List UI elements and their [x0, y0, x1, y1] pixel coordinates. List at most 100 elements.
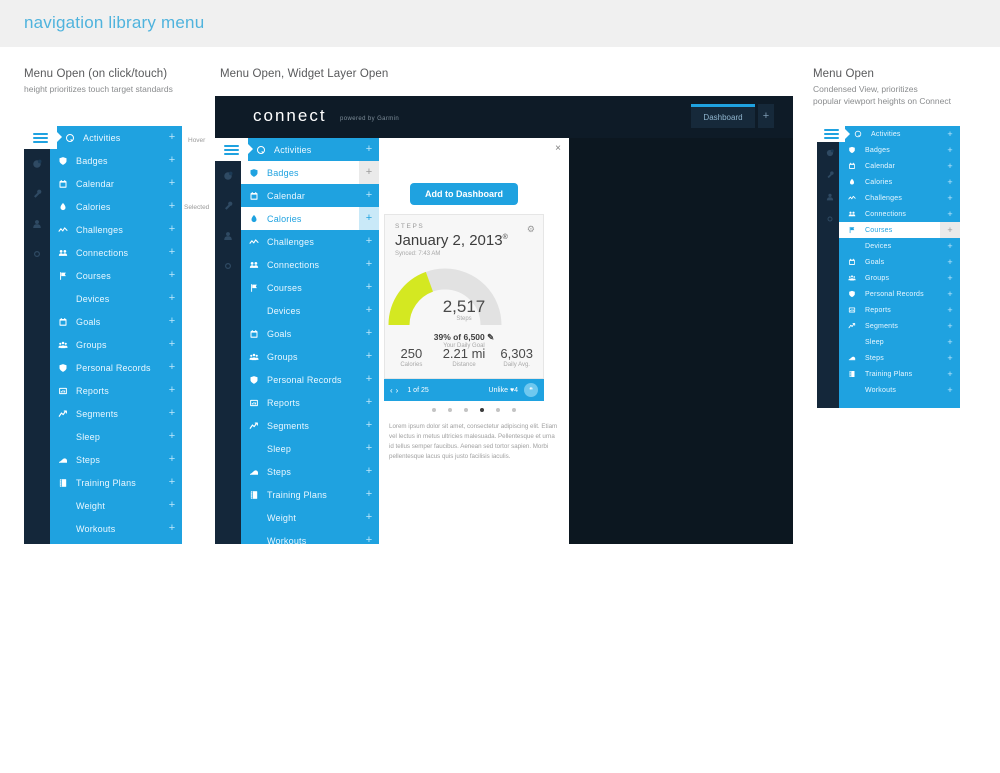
menu-item-add-button[interactable]: +	[940, 161, 960, 171]
menu-item-add-button[interactable]: +	[359, 144, 379, 155]
settings-icon[interactable]	[215, 251, 241, 281]
menu-item-challenges[interactable]: Challenges +	[839, 190, 960, 206]
menu-item-badges[interactable]: Badges +	[241, 161, 379, 184]
menu-item-calendar[interactable]: Calendar +	[839, 158, 960, 174]
menu-item-add-button[interactable]: +	[162, 201, 182, 212]
menu-item-add-button[interactable]: +	[162, 132, 182, 143]
menu-item-add-button[interactable]: +	[162, 270, 182, 281]
menu-item-segments[interactable]: Segments +	[241, 414, 379, 437]
menu-item-connections[interactable]: Connections +	[50, 241, 182, 264]
menu-item-add-button[interactable]: +	[940, 385, 960, 395]
carousel-dot[interactable]	[496, 408, 500, 412]
menu-item-add-button[interactable]: +	[359, 259, 379, 270]
menu-item-add-button[interactable]: +	[162, 408, 182, 419]
menu-item-segments[interactable]: Segments +	[50, 402, 182, 425]
menu-item-challenges[interactable]: Challenges +	[50, 218, 182, 241]
menu-item-workouts[interactable]: Workouts +	[50, 517, 182, 540]
carousel-dot[interactable]	[480, 408, 484, 412]
menu-item-activities[interactable]: Activities +	[241, 138, 379, 161]
menu-item-goals[interactable]: Goals +	[50, 310, 182, 333]
menu-item-add-button[interactable]: +	[359, 535, 379, 545]
menu-item-workouts[interactable]: Workouts +	[241, 529, 379, 545]
menu-item-devices[interactable]: Devices +	[50, 287, 182, 310]
menu-item-sleep[interactable]: Sleep +	[50, 425, 182, 448]
menu-item-challenges[interactable]: Challenges +	[241, 230, 379, 253]
carousel-dots[interactable]	[379, 408, 569, 412]
menu-item-reports[interactable]: Reports +	[241, 391, 379, 414]
menu-item-add-button[interactable]: +	[940, 222, 960, 238]
menu-item-calories[interactable]: Calories +	[839, 174, 960, 190]
menu-item-add-button[interactable]: +	[359, 328, 379, 339]
unlike-button[interactable]: Unlike ♥4	[489, 387, 518, 394]
menu-item-training-plans[interactable]: Training Plans +	[839, 366, 960, 382]
menu-item-add-button[interactable]: +	[940, 257, 960, 267]
notifications-icon[interactable]	[24, 179, 50, 209]
menu-item-connections[interactable]: Connections +	[839, 206, 960, 222]
hamburger-button[interactable]	[24, 126, 57, 149]
menu-item-training-plans[interactable]: Training Plans +	[241, 483, 379, 506]
menu-item-courses[interactable]: Courses +	[839, 222, 960, 238]
menu-item-add-button[interactable]: +	[940, 289, 960, 299]
menu-item-devices[interactable]: Devices +	[241, 299, 379, 322]
menu-item-add-button[interactable]: +	[359, 161, 379, 184]
menu-item-sleep[interactable]: Sleep +	[241, 437, 379, 460]
menu-item-calories[interactable]: Calories +	[50, 195, 182, 218]
menu-item-courses[interactable]: Courses +	[50, 264, 182, 287]
hamburger-button[interactable]	[817, 126, 845, 142]
menu-item-add-button[interactable]: +	[162, 523, 182, 534]
menu-item-add-button[interactable]: +	[940, 177, 960, 187]
menu-item-add-button[interactable]: +	[940, 129, 960, 139]
prev-next-arrows[interactable]: ‹›	[390, 386, 401, 395]
menu-item-add-button[interactable]: +	[162, 247, 182, 258]
menu-item-add-button[interactable]: +	[940, 353, 960, 363]
menu-item-add-button[interactable]: +	[940, 145, 960, 155]
menu-item-add-button[interactable]: +	[940, 209, 960, 219]
menu-item-add-button[interactable]: +	[162, 454, 182, 465]
carousel-dot[interactable]	[512, 408, 516, 412]
next-icon[interactable]: ›	[396, 386, 402, 395]
menu-item-segments[interactable]: Segments +	[839, 318, 960, 334]
menu-item-add-button[interactable]: +	[940, 273, 960, 283]
menu-item-devices[interactable]: Devices +	[839, 238, 960, 254]
menu-item-add-button[interactable]: +	[940, 305, 960, 315]
menu-item-add-button[interactable]: +	[162, 293, 182, 304]
pencil-icon[interactable]: ✎	[487, 332, 494, 342]
menu-item-add-button[interactable]: +	[359, 397, 379, 408]
news-icon[interactable]	[215, 161, 241, 191]
menu-item-add-button[interactable]: +	[162, 339, 182, 350]
close-icon[interactable]: ×	[555, 143, 561, 154]
menu-item-weight[interactable]: Weight +	[241, 506, 379, 529]
menu-item-add-button[interactable]: +	[359, 207, 379, 230]
menu-item-add-button[interactable]: +	[162, 362, 182, 373]
menu-item-workouts[interactable]: Workouts +	[839, 382, 960, 398]
menu-item-add-button[interactable]: +	[359, 190, 379, 201]
menu-item-add-button[interactable]: +	[162, 385, 182, 396]
comment-icon[interactable]: ❝	[524, 383, 538, 397]
add-tab-button[interactable]: +	[758, 104, 774, 128]
carousel-dot[interactable]	[432, 408, 436, 412]
menu-item-goals[interactable]: Goals +	[241, 322, 379, 345]
carousel-dot[interactable]	[448, 408, 452, 412]
menu-item-add-button[interactable]: +	[359, 282, 379, 293]
menu-item-add-button[interactable]: +	[359, 305, 379, 316]
menu-item-personal-records[interactable]: Personal Records +	[50, 356, 182, 379]
menu-item-connections[interactable]: Connections +	[241, 253, 379, 276]
menu-item-add-button[interactable]: +	[940, 193, 960, 203]
menu-item-add-button[interactable]: +	[940, 321, 960, 331]
menu-item-add-button[interactable]: +	[940, 337, 960, 347]
menu-item-add-button[interactable]: +	[162, 500, 182, 511]
menu-item-steps[interactable]: Steps +	[839, 350, 960, 366]
menu-item-groups[interactable]: Groups +	[50, 333, 182, 356]
menu-item-add-button[interactable]: +	[359, 512, 379, 523]
menu-item-add-button[interactable]: +	[940, 369, 960, 379]
menu-item-steps[interactable]: Steps +	[50, 448, 182, 471]
menu-item-add-button[interactable]: +	[359, 236, 379, 247]
settings-icon[interactable]	[24, 239, 50, 269]
menu-item-add-button[interactable]: +	[162, 155, 182, 166]
menu-item-add-button[interactable]: +	[359, 351, 379, 362]
menu-item-badges[interactable]: Badges +	[50, 149, 182, 172]
menu-item-goals[interactable]: Goals +	[839, 254, 960, 270]
menu-item-add-button[interactable]: +	[359, 466, 379, 477]
menu-item-add-button[interactable]: +	[162, 316, 182, 327]
menu-item-groups[interactable]: Groups +	[839, 270, 960, 286]
